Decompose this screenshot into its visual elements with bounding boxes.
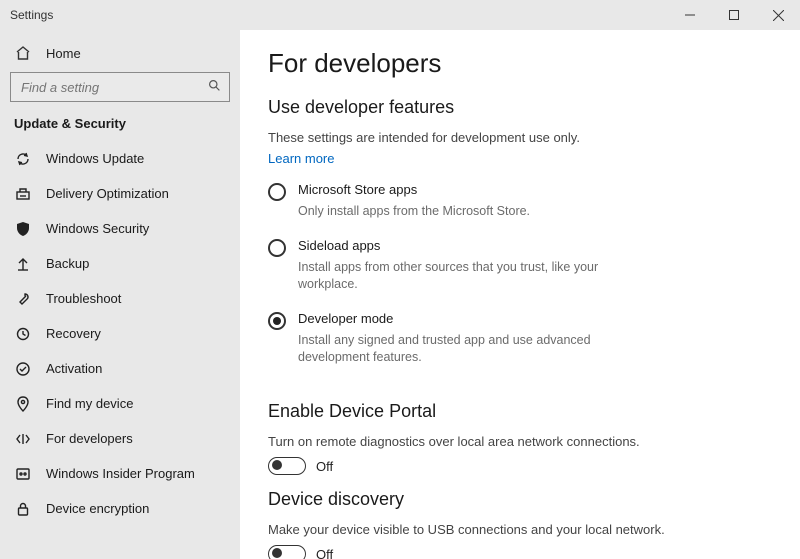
wrench-icon: [14, 290, 32, 308]
sidebar-item-windows-update[interactable]: Windows Update: [0, 141, 240, 176]
sidebar-item-troubleshoot[interactable]: Troubleshoot: [0, 281, 240, 316]
lock-icon: [14, 500, 32, 518]
recovery-icon: [14, 325, 32, 343]
delivery-icon: [14, 185, 32, 203]
sidebar-item-label: Windows Insider Program: [46, 466, 195, 481]
page-title: For developers: [268, 48, 772, 79]
dev-features-description: These settings are intended for developm…: [268, 130, 772, 145]
location-icon: [14, 395, 32, 413]
close-button[interactable]: [756, 0, 800, 30]
shield-icon: [14, 220, 32, 238]
sidebar-item-label: Troubleshoot: [46, 291, 121, 306]
device-discovery-toggle-state: Off: [316, 547, 333, 559]
sidebar-item-label: Device encryption: [46, 501, 149, 516]
learn-more-link[interactable]: Learn more: [268, 151, 334, 166]
sidebar-item-device-encryption[interactable]: Device encryption: [0, 491, 240, 526]
window-title: Settings: [10, 8, 53, 22]
sidebar-home-label: Home: [46, 46, 81, 61]
radio-icon: [268, 312, 286, 330]
content-area: For developers Use developer features Th…: [240, 30, 800, 559]
search-input[interactable]: [19, 79, 208, 96]
device-portal-toggle[interactable]: [268, 457, 306, 475]
sync-icon: [14, 150, 32, 168]
device-portal-toggle-state: Off: [316, 459, 333, 474]
radio-option-developer-mode[interactable]: Developer mode Install any signed and tr…: [268, 311, 772, 380]
sidebar-item-label: Windows Update: [46, 151, 144, 166]
radio-sub: Install apps from other sources that you…: [298, 259, 638, 293]
sidebar-nav: Windows Update Delivery Optimization Win…: [0, 141, 240, 526]
sidebar-item-windows-insider[interactable]: Windows Insider Program: [0, 456, 240, 491]
check-circle-icon: [14, 360, 32, 378]
sidebar-item-windows-security[interactable]: Windows Security: [0, 211, 240, 246]
radio-icon: [268, 183, 286, 201]
window-titlebar: Settings: [0, 0, 800, 30]
backup-icon: [14, 255, 32, 273]
device-portal-description: Turn on remote diagnostics over local ar…: [268, 434, 772, 449]
device-discovery-toggle[interactable]: [268, 545, 306, 559]
radio-icon: [268, 239, 286, 257]
device-discovery-description: Make your device visible to USB connecti…: [268, 522, 772, 537]
sidebar-item-find-my-device[interactable]: Find my device: [0, 386, 240, 421]
radio-sub: Only install apps from the Microsoft Sto…: [298, 203, 530, 220]
developers-icon: [14, 430, 32, 448]
window-controls: [668, 0, 800, 30]
search-input-wrapper[interactable]: [10, 72, 230, 102]
minimize-button[interactable]: [668, 0, 712, 30]
radio-sub: Install any signed and trusted app and u…: [298, 332, 638, 366]
sidebar-item-recovery[interactable]: Recovery: [0, 316, 240, 351]
sidebar-category: Update & Security: [0, 116, 240, 141]
sidebar-item-label: Activation: [46, 361, 102, 376]
radio-label: Developer mode: [298, 311, 638, 326]
sidebar: Home Update & Security Windows Update: [0, 30, 240, 559]
radio-label: Microsoft Store apps: [298, 182, 530, 197]
insider-icon: [14, 465, 32, 483]
sidebar-item-delivery-optimization[interactable]: Delivery Optimization: [0, 176, 240, 211]
sidebar-item-label: Find my device: [46, 396, 133, 411]
sidebar-item-activation[interactable]: Activation: [0, 351, 240, 386]
radio-option-sideload[interactable]: Sideload apps Install apps from other so…: [268, 238, 772, 307]
sidebar-item-for-developers[interactable]: For developers: [0, 421, 240, 456]
sidebar-item-label: Backup: [46, 256, 89, 271]
sidebar-home[interactable]: Home: [0, 36, 240, 72]
section-device-portal-heading: Enable Device Portal: [268, 401, 772, 422]
sidebar-item-backup[interactable]: Backup: [0, 246, 240, 281]
maximize-button[interactable]: [712, 0, 756, 30]
section-device-discovery-heading: Device discovery: [268, 489, 772, 510]
sidebar-item-label: Delivery Optimization: [46, 186, 169, 201]
home-icon: [14, 44, 32, 62]
radio-label: Sideload apps: [298, 238, 638, 253]
sidebar-item-label: Windows Security: [46, 221, 149, 236]
sidebar-item-label: For developers: [46, 431, 133, 446]
radio-option-store-apps[interactable]: Microsoft Store apps Only install apps f…: [268, 182, 772, 234]
sidebar-item-label: Recovery: [46, 326, 101, 341]
search-icon: [208, 79, 221, 95]
section-dev-features-heading: Use developer features: [268, 97, 772, 118]
